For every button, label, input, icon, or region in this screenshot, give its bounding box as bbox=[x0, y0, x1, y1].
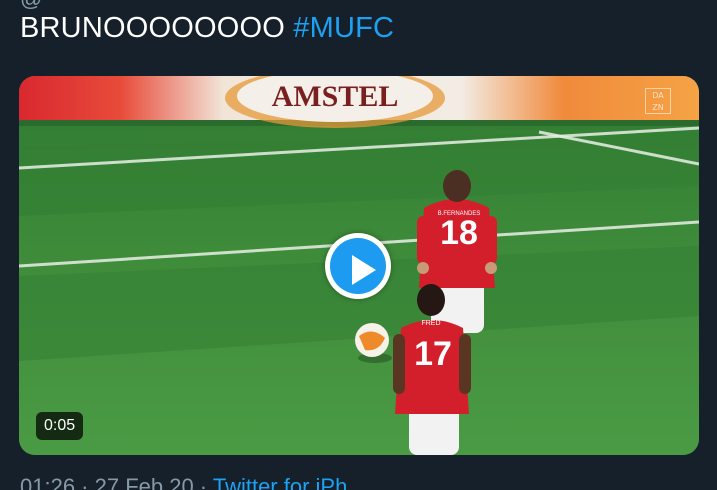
play-triangle-icon bbox=[352, 255, 376, 285]
player-17-name: FRED bbox=[421, 320, 440, 327]
hashtag-link[interactable]: #MUFC bbox=[293, 12, 394, 44]
tweet-view: @ BRUNOOOOOOOO #MUFC bbox=[0, 0, 717, 490]
tweet-source-link[interactable]: Twitter for iPh bbox=[213, 474, 347, 490]
tweet-metadata: 01:26 · 27 Feb 20 · Twitter for iPh bbox=[20, 474, 347, 490]
tweet-text: BRUNOOOOOOOO #MUFC bbox=[20, 12, 394, 45]
play-button[interactable] bbox=[325, 233, 391, 299]
tweet-timestamp[interactable]: 01:26 · 27 Feb 20 · bbox=[20, 474, 213, 490]
video-duration-badge: 0:05 bbox=[36, 412, 84, 440]
player-18-number: 18 bbox=[440, 214, 478, 252]
play-icon bbox=[330, 238, 386, 294]
player-17-number: 17 bbox=[414, 335, 452, 373]
ad-board-text: AMSTEL bbox=[272, 80, 399, 113]
tweet-body: BRUNOOOOOOOO bbox=[20, 12, 294, 44]
dazn-watermark: DA ZN bbox=[645, 88, 671, 114]
player-18-name: B.FERNANDES bbox=[438, 211, 481, 217]
video-player[interactable]: AMSTEL 18 B.FERNANDES 17 FRED DA ZN 0:05 bbox=[19, 76, 699, 455]
tweet-handle[interactable]: @ bbox=[20, 0, 42, 12]
